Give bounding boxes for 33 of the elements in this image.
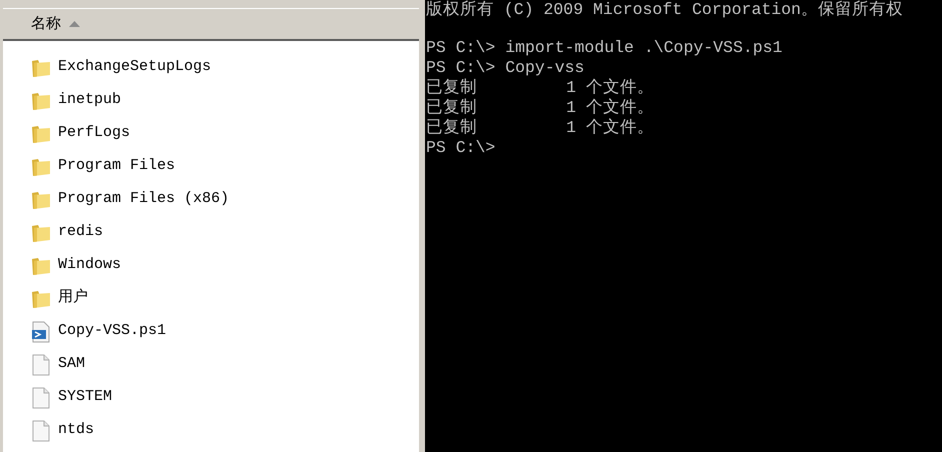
console-line: PS C:\> Copy-vss xyxy=(426,58,586,78)
file-name[interactable]: Program Files xyxy=(58,155,176,178)
script-file-icon xyxy=(31,320,51,342)
file-name[interactable]: ntds xyxy=(58,419,94,442)
console-line: 已复制 1 个文件。 xyxy=(426,118,655,138)
folder-icon xyxy=(31,256,51,276)
file-name[interactable]: SAM xyxy=(58,353,86,376)
file-name[interactable]: redis xyxy=(58,221,104,244)
folder-icon xyxy=(31,156,51,176)
file-icon xyxy=(31,420,51,442)
file-name[interactable]: SYSTEM xyxy=(58,386,112,409)
console-line: 已复制 1 个文件。 xyxy=(426,98,655,118)
console-line: 已复制 1 个文件。 xyxy=(426,78,655,98)
console-line: PS C:\> import-module .\Copy-VSS.ps1 xyxy=(426,38,784,58)
console-line: 版权所有 (C) 2009 Microsoft Corporation。保留所有权 xyxy=(426,0,904,20)
file-name[interactable]: Program Files (x86) xyxy=(58,188,230,211)
folder-icon xyxy=(31,90,51,110)
column-label: 名称 xyxy=(31,14,61,34)
file-icon xyxy=(31,386,51,408)
file-name[interactable]: ExchangeSetupLogs xyxy=(58,56,212,79)
file-name[interactable]: Windows xyxy=(58,254,122,277)
file-name[interactable]: Copy-VSS.ps1 xyxy=(58,320,166,343)
folder-icon xyxy=(31,222,51,242)
folder-icon xyxy=(31,288,51,308)
folder-icon xyxy=(31,58,51,78)
column-header[interactable]: 名称 xyxy=(3,8,419,41)
folder-icon xyxy=(31,124,51,144)
console-line: PS C:\> xyxy=(426,138,496,158)
file-name[interactable]: PerfLogs xyxy=(58,122,130,145)
file-name[interactable]: inetpub xyxy=(58,89,122,112)
file-icon xyxy=(31,354,51,376)
file-name[interactable]: 用户 xyxy=(58,287,88,310)
folder-icon xyxy=(31,190,51,210)
